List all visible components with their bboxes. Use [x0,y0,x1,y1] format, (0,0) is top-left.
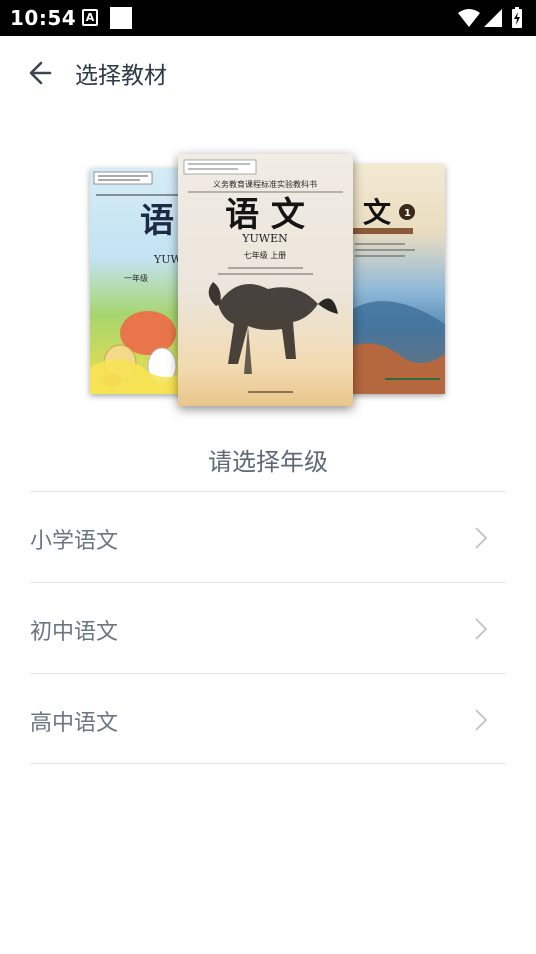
book-cover-junior: 义务教育课程标准实验教科书 语 文 YUWEN 七年级 上册 [178,154,353,406]
toolbar: 选择教材 [0,36,536,108]
arrow-left-icon [29,61,52,85]
book-right-title: 文 [363,196,391,229]
chevron-right-icon [475,527,488,549]
grade-item-senior[interactable]: 高中语文 [30,673,506,764]
page-title: 选择教材 [75,63,167,89]
status-time: 10:54 [10,6,77,30]
book-left-title: 语 [140,201,174,241]
book-cover-highschool: 文 1 [345,164,445,394]
grade-item-label: 初中语文 [30,620,119,645]
book-cover-elementary: 语 YUWEN 一年级 [90,168,190,394]
status-icons [458,7,522,28]
back-button[interactable] [20,52,62,94]
battery-charging-icon [512,7,522,28]
status-bar: 10:54 A [0,0,536,36]
book-right-volume: 1 [404,208,411,219]
book-center-series: 义务教育课程标准实验教科书 [213,179,317,189]
blank-square-icon [110,7,132,29]
signal-icon [484,9,502,27]
grade-item-junior[interactable]: 初中语文 [30,582,506,673]
chevron-right-icon [475,618,488,640]
chevron-right-icon [475,709,488,731]
grade-list: 小学语文 初中语文 高中语文 [30,491,506,764]
book-center-romanization: YUWEN [241,232,288,245]
textbook-covers: 语 YUWEN 一年级 文 1 义务 [0,150,536,410]
grade-prompt-heading: 请选择年级 [208,448,328,476]
book-center-grade: 七年级 上册 [244,250,287,260]
keyboard-a-icon: A [82,9,98,26]
grade-item-label: 小学语文 [30,529,119,554]
wifi-icon [458,9,480,27]
book-left-grade: 一年级 [124,273,148,283]
grade-item-label: 高中语文 [30,711,119,736]
book-center-title: 语 文 [225,195,305,235]
grade-item-primary[interactable]: 小学语文 [30,491,506,582]
